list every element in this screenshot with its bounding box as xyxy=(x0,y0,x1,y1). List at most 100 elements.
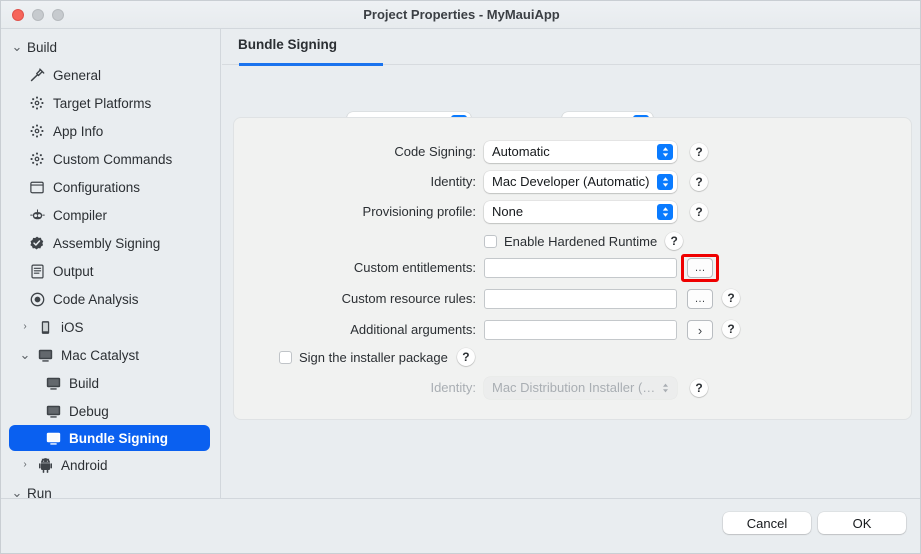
hammer-icon xyxy=(27,67,47,83)
provisioning-profile-label: Provisioning profile: xyxy=(362,204,476,219)
sidebar-item-label: Mac Catalyst xyxy=(61,347,140,363)
content-pane: Bundle Signing Configuration: Debug (Act… xyxy=(222,29,920,498)
provisioning-profile-help-button[interactable]: ? xyxy=(690,203,708,221)
code-signing-help-button[interactable]: ? xyxy=(690,143,708,161)
sidebar-item-label: Debug xyxy=(69,403,109,419)
sidebar-item-label: Android xyxy=(61,457,108,473)
enable-hardened-runtime-checkbox[interactable] xyxy=(484,234,497,248)
chevron-updown-icon xyxy=(657,144,673,160)
sidebar-item-label: Bundle Signing xyxy=(69,430,168,446)
sidebar-item-build[interactable]: Build xyxy=(1,369,220,397)
tab-active-indicator xyxy=(239,63,383,66)
target-circle-icon xyxy=(27,291,47,307)
identity-help-button[interactable]: ? xyxy=(690,173,708,191)
monitor-icon xyxy=(43,430,63,446)
sidebar-item-label: Configurations xyxy=(53,179,141,195)
sidebar-item-code-analysis[interactable]: Code Analysis xyxy=(1,285,220,313)
custom-resource-rules-input[interactable] xyxy=(484,289,677,309)
sidebar-item-label: Output xyxy=(53,263,94,279)
additional-arguments-expand-button[interactable]: › xyxy=(687,320,713,340)
enable-hardened-runtime-help-button[interactable]: ? xyxy=(665,232,684,250)
sidebar-item-label: iOS xyxy=(61,319,84,335)
project-properties-window: Project Properties - MyMauiApp ⌄ Build Gen… xyxy=(0,0,921,554)
sidebar-item-label: Code Analysis xyxy=(53,291,139,307)
custom-entitlements-browse-button[interactable]: … xyxy=(687,258,713,278)
sidebar-item-custom-commands[interactable]: Custom Commands xyxy=(1,145,220,173)
sidebar-item-output[interactable]: Output xyxy=(1,257,220,285)
monitor-icon xyxy=(43,403,63,419)
custom-entitlements-input[interactable] xyxy=(484,258,677,278)
code-signing-dropdown[interactable]: Automatic xyxy=(484,141,677,163)
sign-installer-package-label: Sign the installer package xyxy=(299,349,448,365)
sidebar-item-compiler[interactable]: Compiler xyxy=(1,201,220,229)
sidebar-item-ios[interactable]: › iOS xyxy=(1,313,220,341)
window-title: Project Properties - MyMauiApp xyxy=(363,7,560,22)
sidebar-item-label: Target Platforms xyxy=(53,95,152,111)
sidebar-item-label: Build xyxy=(27,39,58,55)
code-signing-value: Automatic xyxy=(492,144,550,159)
provisioning-profile-value: None xyxy=(492,204,524,219)
sidebar-item-label: Assembly Signing xyxy=(53,235,161,251)
monitor-icon xyxy=(43,375,63,391)
sidebar-item-configurations[interactable]: Configurations xyxy=(1,173,220,201)
sidebar-item-app-info[interactable]: App Info xyxy=(1,117,220,145)
chevron-down-icon[interactable]: ⌄ xyxy=(11,40,23,53)
sidebar-item-build[interactable]: ⌄ Build xyxy=(1,33,220,61)
sidebar-item-label: General xyxy=(53,67,102,83)
sign-installer-package-checkbox[interactable] xyxy=(279,350,292,364)
monitor-icon xyxy=(35,347,55,363)
sidebar-item-run[interactable]: ⌄ Run xyxy=(1,479,220,499)
chevron-right-icon[interactable]: › xyxy=(19,460,31,470)
ok-button[interactable]: OK xyxy=(818,512,906,534)
enable-hardened-runtime-label: Enable Hardened Runtime xyxy=(504,233,658,249)
tab-bundle-signing[interactable]: Bundle Signing xyxy=(238,37,337,61)
custom-resource-rules-label: Custom resource rules: xyxy=(341,291,476,306)
chevron-down-icon[interactable]: ⌄ xyxy=(11,486,23,498)
sidebar-item-assembly-signing[interactable]: Assembly Signing xyxy=(1,229,220,257)
additional-arguments-input[interactable] xyxy=(484,320,677,340)
custom-resource-rules-help-button[interactable]: ? xyxy=(722,289,740,307)
android-icon xyxy=(35,457,55,473)
bundle-signing-panel: Code Signing: Automatic ? Identity: Mac … xyxy=(233,117,912,420)
navigation-sidebar[interactable]: ⌄ Build General Target Platforms App Info Cus… xyxy=(1,29,221,498)
custom-resource-rules-browse-button[interactable]: … xyxy=(687,289,713,309)
chevron-updown-icon xyxy=(657,174,673,190)
robot-icon xyxy=(27,207,47,223)
sign-installer-package-help-button[interactable]: ? xyxy=(456,348,475,366)
installer-identity-label: Identity: xyxy=(430,380,476,395)
gear-icon xyxy=(27,123,47,139)
chevron-updown-icon xyxy=(657,204,673,220)
title-bar: Project Properties - MyMauiApp xyxy=(1,1,920,29)
installer-identity-help-button[interactable]: ? xyxy=(690,379,708,397)
sidebar-item-mac-catalyst[interactable]: ⌄ Mac Catalyst xyxy=(1,341,220,369)
additional-arguments-label: Additional arguments: xyxy=(350,322,476,337)
installer-identity-dropdown: Mac Distribution Installer (… xyxy=(484,377,677,399)
sidebar-item-label: Custom Commands xyxy=(53,151,173,167)
phone-icon xyxy=(35,319,55,335)
tab-bar: Bundle Signing xyxy=(222,29,920,66)
installer-identity-value: Mac Distribution Installer (… xyxy=(492,380,656,395)
sidebar-item-label: App Info xyxy=(53,123,104,139)
provisioning-profile-dropdown[interactable]: None xyxy=(484,201,677,223)
chevron-down-icon[interactable]: ⌄ xyxy=(19,348,31,361)
sidebar-item-label: Build xyxy=(69,375,100,391)
code-signing-label: Code Signing: xyxy=(394,144,476,159)
custom-entitlements-label: Custom entitlements: xyxy=(353,260,476,275)
additional-arguments-help-button[interactable]: ? xyxy=(722,320,740,338)
window-icon xyxy=(27,179,47,195)
cancel-button[interactable]: Cancel xyxy=(723,512,811,534)
chevron-updown-icon xyxy=(657,380,673,396)
sidebar-item-debug[interactable]: Debug xyxy=(1,397,220,425)
sidebar-item-bundle-signing[interactable]: Bundle Signing xyxy=(9,425,210,451)
sidebar-item-android[interactable]: › Android xyxy=(1,451,220,479)
identity-value: Mac Developer (Automatic) xyxy=(492,174,650,189)
badge-check-icon xyxy=(27,235,47,251)
sidebar-item-general[interactable]: General xyxy=(1,61,220,89)
document-icon xyxy=(27,263,47,279)
chevron-right-icon[interactable]: › xyxy=(19,322,31,332)
identity-dropdown[interactable]: Mac Developer (Automatic) xyxy=(484,171,677,193)
identity-label: Identity: xyxy=(430,174,476,189)
sidebar-item-label: Run xyxy=(27,485,52,499)
sidebar-item-target-platforms[interactable]: Target Platforms xyxy=(1,89,220,117)
gear-icon xyxy=(27,151,47,167)
